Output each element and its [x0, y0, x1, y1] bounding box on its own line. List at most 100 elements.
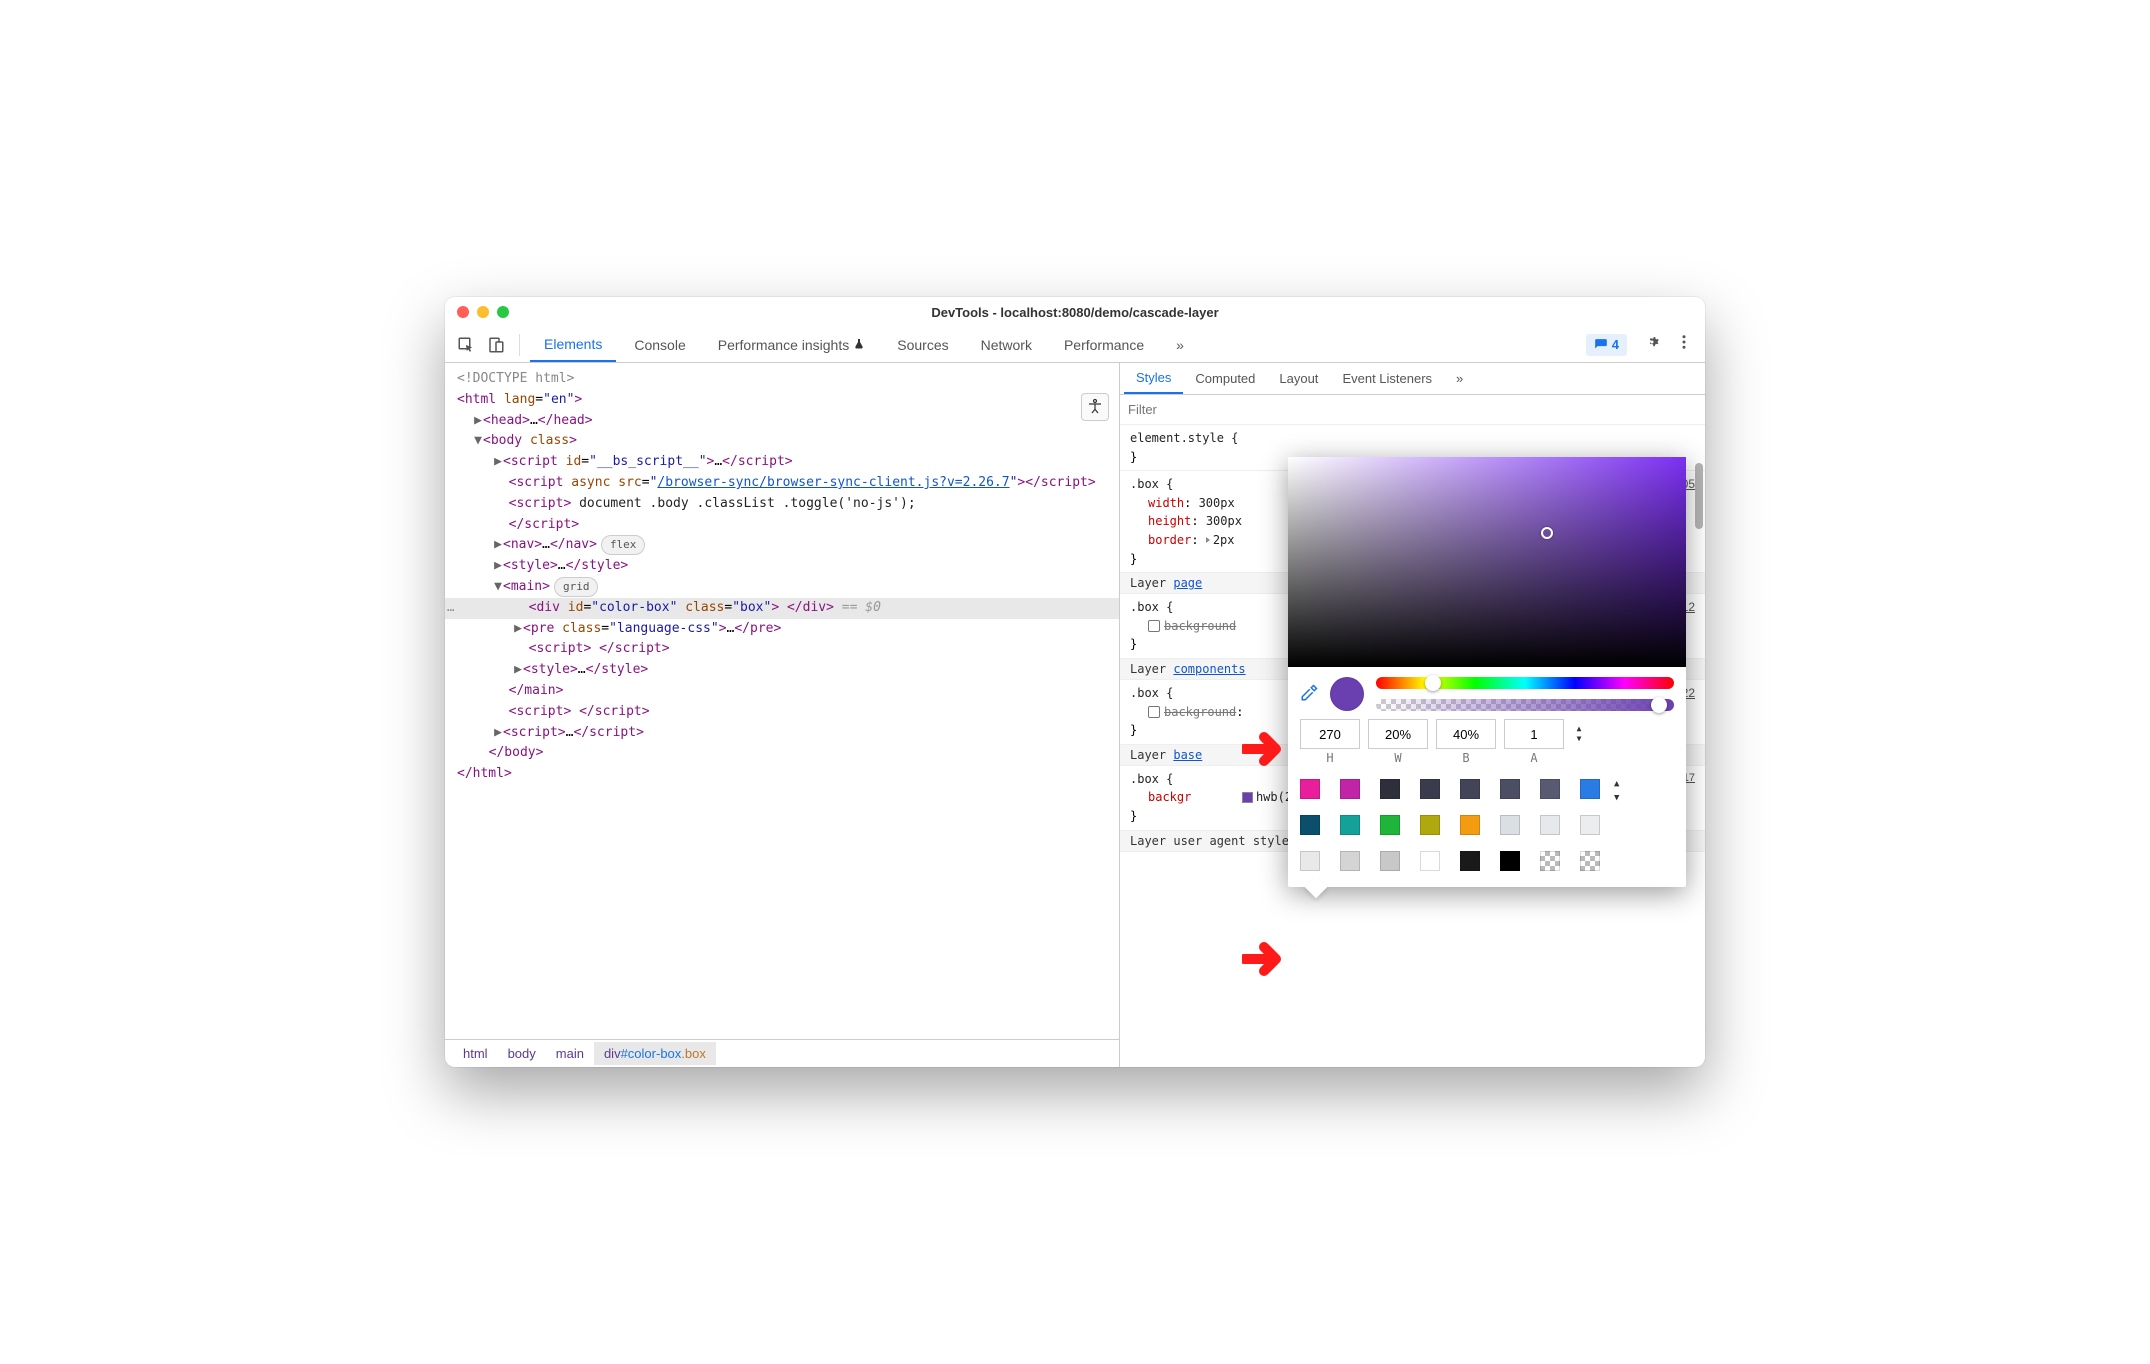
script-async[interactable]: <script async src="/browser-sync/browser… — [445, 473, 1119, 494]
script-inline[interactable]: <script> document .body .classList .togg… — [445, 494, 1119, 536]
palette-scroll-icon[interactable]: ▲▼ — [1614, 779, 1619, 803]
color-swatch-icon[interactable] — [1242, 792, 1253, 803]
doctype[interactable]: <!DOCTYPE html> — [445, 369, 1119, 390]
script-bs[interactable]: ▶<script id="__bs_script__">…</script> — [445, 452, 1119, 473]
label-h: H — [1300, 751, 1360, 765]
tab-layout[interactable]: Layout — [1267, 363, 1330, 394]
hue-slider[interactable] — [1376, 677, 1674, 689]
palette-swatch[interactable] — [1420, 815, 1440, 835]
palette-swatch[interactable] — [1580, 851, 1600, 871]
palette-swatch[interactable] — [1500, 815, 1520, 835]
w-input[interactable] — [1368, 719, 1428, 749]
dom-tree[interactable]: <!DOCTYPE html> <html lang="en"> ▶<head>… — [445, 363, 1119, 1039]
palette-swatch[interactable] — [1580, 779, 1600, 799]
flask-icon — [853, 337, 865, 353]
label-w: W — [1368, 751, 1428, 765]
alpha-slider[interactable] — [1376, 699, 1674, 711]
annotation-arrow-icon — [1242, 731, 1292, 767]
close-icon[interactable] — [457, 306, 469, 318]
tabs-overflow-icon[interactable]: » — [1162, 327, 1198, 362]
palette-swatch[interactable] — [1380, 815, 1400, 835]
palette-swatch[interactable] — [1340, 851, 1360, 871]
script-node-3[interactable]: <script> </script> — [445, 639, 1119, 660]
palette-swatch[interactable] — [1420, 779, 1440, 799]
styles-filter-input[interactable] — [1128, 402, 1697, 417]
selected-div-node[interactable]: ⋯ <div id="color-box" class="box"> </div… — [445, 598, 1119, 619]
divider — [519, 334, 520, 356]
script-node-4[interactable]: <script> </script> — [445, 702, 1119, 723]
crumb-html[interactable]: html — [453, 1042, 498, 1065]
palette-swatch[interactable] — [1300, 779, 1320, 799]
palette-swatch[interactable] — [1380, 851, 1400, 871]
tab-event-listeners[interactable]: Event Listeners — [1330, 363, 1444, 394]
html-open[interactable]: <html lang="en"> — [445, 390, 1119, 411]
h-input[interactable] — [1300, 719, 1360, 749]
style-node-1[interactable]: ▶<style>…</style> — [445, 556, 1119, 577]
palette-swatch[interactable] — [1460, 815, 1480, 835]
crumb-main[interactable]: main — [546, 1042, 594, 1065]
nav-node[interactable]: ▶<nav>…</nav>flex — [445, 535, 1119, 556]
main-close[interactable]: </main> — [445, 681, 1119, 702]
more-icon[interactable] — [1675, 333, 1693, 356]
scrollbar-thumb[interactable] — [1695, 463, 1703, 529]
tab-performance-insights[interactable]: Performance insights — [704, 327, 880, 362]
label-b: B — [1436, 751, 1496, 765]
minimize-icon[interactable] — [477, 306, 489, 318]
tab-performance[interactable]: Performance — [1050, 327, 1158, 362]
main-node[interactable]: ▼<main>grid — [445, 577, 1119, 598]
html-close[interactable]: </html> — [445, 764, 1119, 785]
color-cursor[interactable] — [1541, 527, 1553, 539]
styles-filter-row — [1120, 395, 1705, 425]
settings-icon[interactable] — [1643, 333, 1661, 356]
tab-network[interactable]: Network — [967, 327, 1046, 362]
tab-sources[interactable]: Sources — [883, 327, 962, 362]
b-input[interactable] — [1436, 719, 1496, 749]
script-node-5[interactable]: ▶<script>…</script> — [445, 723, 1119, 744]
crumb-active[interactable]: div#color-box.box — [594, 1042, 716, 1065]
palette-swatch[interactable] — [1540, 815, 1560, 835]
alpha-thumb[interactable] — [1651, 697, 1667, 713]
palette-swatch[interactable] — [1500, 779, 1520, 799]
breadcrumb[interactable]: html body main div#color-box.box — [445, 1039, 1119, 1067]
color-picker: ▲▼ H W B A ▲▼ — [1288, 457, 1686, 887]
format-stepper-icon[interactable]: ▲▼ — [1572, 725, 1586, 743]
crumb-body[interactable]: body — [498, 1042, 546, 1065]
palette-swatch[interactable] — [1420, 851, 1440, 871]
tab-elements[interactable]: Elements — [530, 327, 616, 362]
palette-swatch[interactable] — [1460, 779, 1480, 799]
palette-swatch[interactable] — [1500, 851, 1520, 871]
tab-console[interactable]: Console — [620, 327, 699, 362]
palette-swatch[interactable] — [1540, 851, 1560, 871]
device-toggle-icon[interactable] — [483, 332, 509, 358]
palette-swatch[interactable] — [1340, 779, 1360, 799]
maximize-icon[interactable] — [497, 306, 509, 318]
palette-swatch[interactable] — [1580, 815, 1600, 835]
titlebar: DevTools - localhost:8080/demo/cascade-l… — [445, 297, 1705, 327]
inspect-element-icon[interactable] — [453, 332, 479, 358]
palette-swatch[interactable] — [1300, 815, 1320, 835]
head-node[interactable]: ▶<head>…</head> — [445, 411, 1119, 432]
body-node[interactable]: ▼<body class> — [445, 431, 1119, 452]
prop-checkbox[interactable] — [1148, 620, 1160, 632]
side-tabs-overflow[interactable]: » — [1444, 363, 1475, 394]
annotation-arrow-icon — [1242, 941, 1292, 977]
palette-swatch[interactable] — [1300, 851, 1320, 871]
palette-swatch[interactable] — [1460, 851, 1480, 871]
a-input[interactable] — [1504, 719, 1564, 749]
styles-body[interactable]: element.style {} 305 .box { width: 300px… — [1120, 425, 1705, 1067]
hue-thumb[interactable] — [1425, 675, 1441, 691]
palette-swatch[interactable] — [1540, 779, 1560, 799]
window-controls[interactable] — [457, 306, 509, 318]
palette-swatch[interactable] — [1380, 779, 1400, 799]
pre-node[interactable]: ▶<pre class="language-css">…</pre> — [445, 619, 1119, 640]
palette-swatch[interactable] — [1340, 815, 1360, 835]
style-node-2[interactable]: ▶<style>…</style> — [445, 660, 1119, 681]
body-close[interactable]: </body> — [445, 743, 1119, 764]
issues-badge[interactable]: 4 — [1586, 334, 1627, 356]
elements-panel: <!DOCTYPE html> <html lang="en"> ▶<head>… — [445, 363, 1120, 1067]
tab-styles[interactable]: Styles — [1124, 363, 1183, 394]
tab-computed[interactable]: Computed — [1183, 363, 1267, 394]
saturation-value-area[interactable] — [1288, 457, 1686, 667]
eyedropper-icon[interactable] — [1300, 684, 1318, 705]
prop-checkbox[interactable] — [1148, 706, 1160, 718]
